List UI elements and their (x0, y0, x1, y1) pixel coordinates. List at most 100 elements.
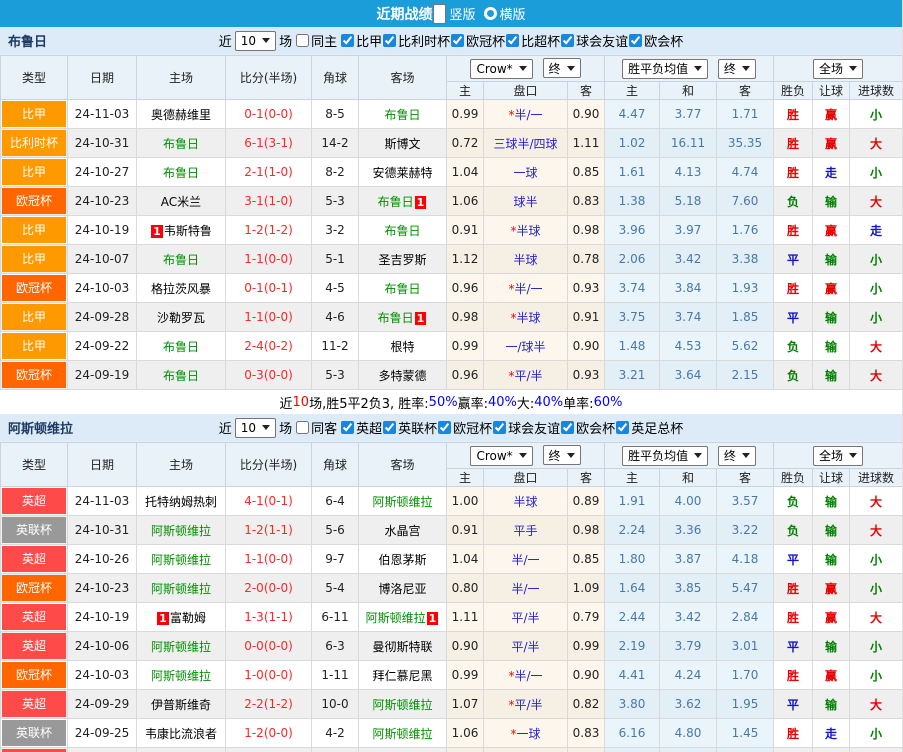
match-date: 24-10-23 (67, 573, 137, 603)
away-team-cell: 曼彻斯特联 (358, 631, 447, 661)
radio-horizontal-label[interactable]: 横版 (500, 4, 526, 23)
avg-away-odds: 5.46 (716, 747, 775, 752)
league-label: 英联杯 (398, 421, 438, 437)
league-checkbox-label[interactable]: 英超 (340, 418, 382, 437)
handicap-line: 半/一 (511, 552, 540, 567)
scope-select[interactable]: 全场 (813, 445, 864, 466)
games-count-select[interactable]: 10 (234, 417, 277, 438)
col-date: 日期 (67, 55, 137, 100)
chevron-down-icon (694, 453, 703, 458)
league-checkbox[interactable] (438, 420, 452, 434)
handicap-home-odds: 0.99 (446, 660, 484, 690)
league-checkbox[interactable] (616, 420, 630, 434)
same-venue-checkbox-label[interactable]: 同主 (295, 31, 337, 50)
odds-final-select[interactable]: 终 (542, 445, 581, 466)
league-checkbox-label[interactable]: 欧冠杯 (450, 31, 505, 50)
league-checkbox[interactable] (629, 33, 643, 47)
home-team-cell: 阿斯顿维拉 (136, 660, 226, 690)
handicap-away-odds: 0.90 (566, 660, 606, 690)
league-checkbox-label[interactable]: 球会友谊 (492, 418, 560, 437)
team-link: 水晶宫 (384, 523, 421, 538)
avg-draw-odds: 4.13 (659, 157, 718, 187)
league-filter-group: 比甲 比利时杯 欧冠杯 比超杯 球会友谊 欧会杯 (340, 31, 683, 51)
match-date: 24-09-28 (67, 302, 137, 332)
league-type-cell: 欧冠杯 (0, 273, 68, 303)
league-checkbox-label[interactable]: 球会友谊 (560, 31, 628, 50)
summary-segment: 50% (428, 394, 458, 410)
handicap-result-cell: 输 (812, 360, 851, 390)
league-checkbox[interactable] (383, 33, 397, 47)
away-team-cell: 圣吉罗斯 (358, 244, 447, 274)
match-date: 24-09-21 (67, 747, 137, 752)
league-checkbox-label[interactable]: 比超杯 (505, 31, 560, 50)
league-checkbox-label[interactable]: 英足总杯 (615, 418, 683, 437)
match-row: 英超 24-11-03 托特纳姆热刺 4-1(0-1) 6-4 阿斯顿维拉 1.00 半球 0.… (0, 486, 902, 516)
goals-result-cell: 大 (849, 486, 902, 516)
avg-final-select[interactable]: 终 (717, 445, 756, 466)
team-link: 富勒姆 (169, 610, 206, 625)
league-type-cell: 比甲 (0, 99, 68, 129)
handicap-line: 半球 (516, 223, 541, 238)
away-team-cell: 阿斯顿维拉 (358, 486, 447, 516)
radio-horizontal-layout[interactable] (483, 7, 497, 20)
same-home-checkbox[interactable] (296, 34, 310, 47)
avg-draw-odds: 4.32 (659, 747, 718, 752)
league-checkbox-label[interactable]: 比利时杯 (382, 31, 450, 50)
league-checkbox[interactable] (561, 33, 575, 47)
league-checkbox-label[interactable]: 欧冠杯 (437, 418, 492, 437)
avg-home-odds: 1.02 (604, 128, 661, 158)
home-team-cell: 阿斯顿维拉 (136, 515, 226, 545)
avg-away-odds: 4.18 (716, 544, 775, 574)
same-away-checkbox[interactable] (296, 421, 310, 434)
league-type-cell: 比甲 (0, 331, 68, 361)
league-checkbox[interactable] (341, 420, 355, 434)
matches-table-brugge: 类型 日期 主场 比分(半场) 角球 客场 Crow* 终 胜平负均值 终 全场 (0, 55, 902, 390)
avg-away-odds: 3.57 (716, 486, 775, 516)
scope-select[interactable]: 全场 (813, 58, 864, 79)
league-checkbox[interactable] (341, 33, 355, 47)
avg-select[interactable]: 胜平负均值 (622, 445, 709, 466)
col-type: 类型 (0, 55, 68, 100)
league-label: 欧会杯 (576, 421, 616, 437)
team-link: 布鲁日 (377, 194, 414, 209)
handicap-line: 平/半 (514, 368, 543, 383)
odds-company-select[interactable]: Crow* (470, 58, 533, 79)
scope-group-header: 全场 (773, 442, 902, 469)
col-avg-away: 客 (716, 81, 775, 100)
match-date: 24-09-29 (67, 689, 137, 719)
avg-select[interactable]: 胜平负均值 (622, 58, 709, 79)
league-type-badge: 比甲 (2, 217, 66, 243)
corner-cell: 6-3 (311, 631, 359, 661)
radio-vertical-layout[interactable] (433, 3, 447, 24)
handicap-line-cell: 半/一 (483, 747, 568, 752)
home-team-cell: 布鲁日 (136, 244, 226, 274)
league-checkbox[interactable] (451, 33, 465, 47)
handicap-line: 平手 (513, 523, 538, 538)
col-corner: 角球 (311, 55, 359, 100)
odds-final-select[interactable]: 终 (542, 58, 581, 79)
avg-final-select[interactable]: 终 (717, 58, 756, 79)
radio-vertical-label[interactable]: 竖版 (449, 4, 475, 23)
league-checkbox-label[interactable]: 欧会杯 (628, 31, 683, 50)
league-checkbox[interactable] (561, 420, 575, 434)
league-checkbox-label[interactable]: 英联杯 (382, 418, 437, 437)
away-team-cell: 狼队 (358, 747, 447, 752)
avg-draw-odds: 3.36 (659, 515, 718, 545)
handicap-away-odds: 0.83 (566, 718, 606, 748)
avg-draw-odds: 3.85 (659, 573, 718, 603)
league-checkbox[interactable] (493, 420, 507, 434)
same-venue-checkbox-label[interactable]: 同客 (295, 418, 337, 437)
goals-result-cell: 大 (849, 331, 902, 361)
match-row: 英联杯 24-09-25 韦康比流浪者 1-2(0-0) 4-2 阿斯顿维拉 1.06 *一球… (0, 718, 902, 748)
games-count-select[interactable]: 10 (234, 30, 277, 51)
avg-away-odds: 2.84 (716, 602, 775, 632)
recent-results-page: 近期战绩 竖版 横版 布鲁日 近 10 场 同主 比甲 比利时杯 欧冠杯 比超杯 球会友… (0, 0, 903, 752)
league-checkbox-label[interactable]: 比甲 (340, 31, 382, 50)
handicap-line-cell: 一球 (483, 157, 568, 187)
league-checkbox-label[interactable]: 欧会杯 (560, 418, 615, 437)
league-checkbox[interactable] (383, 420, 397, 434)
handicap-home-odds: 1.07 (446, 689, 484, 719)
match-row: 英超24-09-21阿斯顿维拉3-1(0-1)6-5狼队0.85半/一1.041… (0, 747, 902, 752)
league-checkbox[interactable] (506, 33, 520, 47)
odds-company-select[interactable]: Crow* (470, 445, 533, 466)
